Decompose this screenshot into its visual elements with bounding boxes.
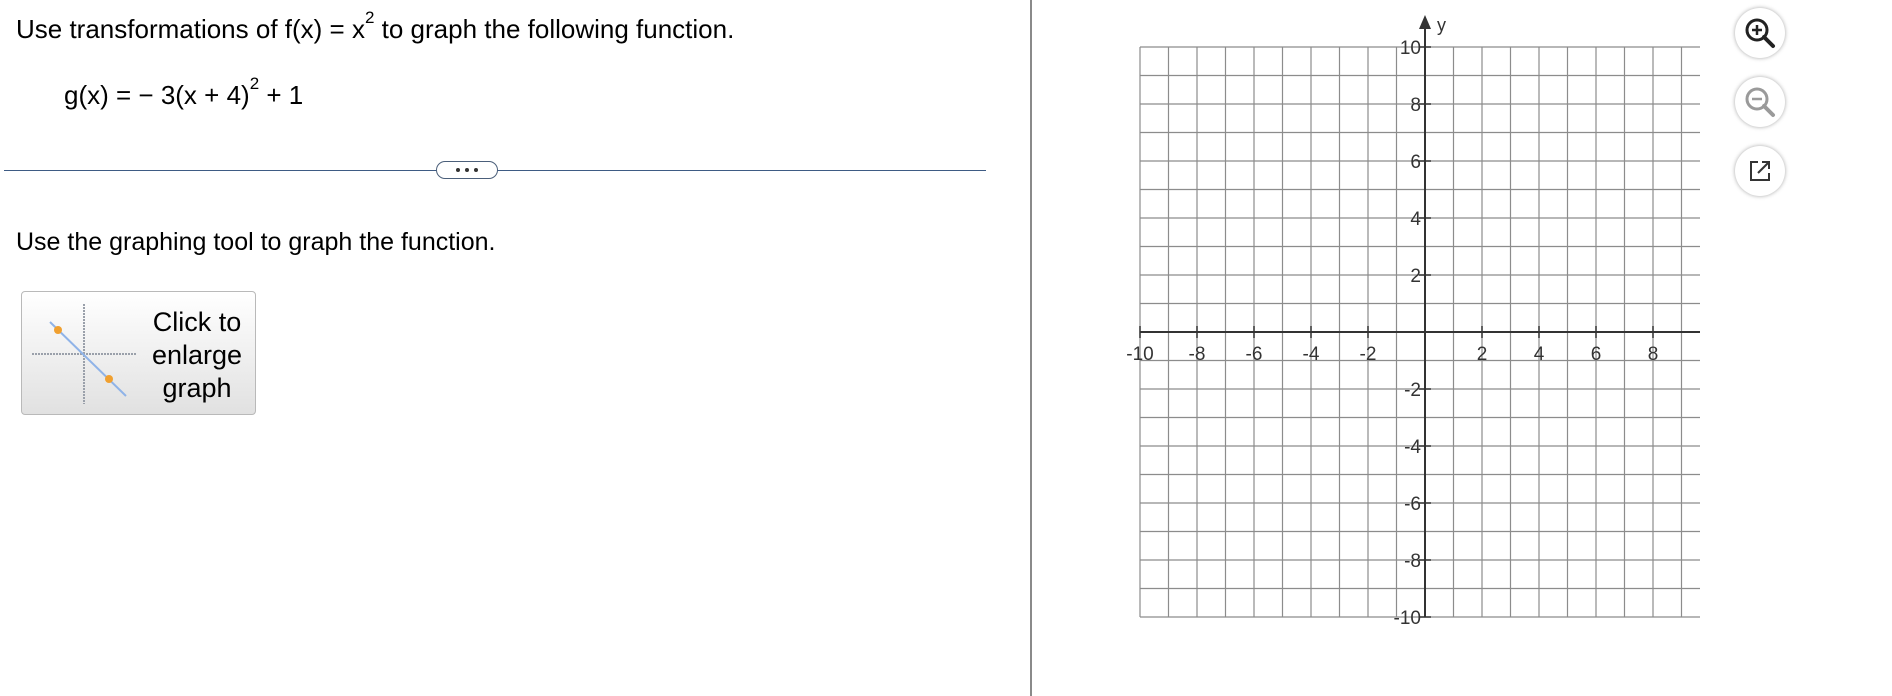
equation-rhs: + 1 <box>259 80 304 110</box>
dot <box>474 168 478 172</box>
zoom-out-button[interactable] <box>1735 77 1785 127</box>
zoom-in-icon <box>1745 18 1775 48</box>
y-tick-label: 2 <box>1410 266 1421 287</box>
popout-button[interactable] <box>1735 146 1785 196</box>
x-tick-label: -4 <box>1303 344 1320 365</box>
y-tick-label: -6 <box>1404 494 1421 515</box>
y-tick-label: -2 <box>1404 380 1421 401</box>
popout-icon <box>1750 161 1770 181</box>
x-tick-label: -8 <box>1189 344 1206 365</box>
question-prefix: Use transformations of f(x) = x <box>16 14 365 44</box>
question-text: Use transformations of f(x) = x2 to grap… <box>16 8 735 45</box>
y-tick-label: -8 <box>1404 551 1421 572</box>
y-tick-label: -10 <box>1394 608 1421 629</box>
equation-exponent: 2 <box>249 74 260 93</box>
y-axis-label: y <box>1437 15 1446 35</box>
instruction-text: Use the graphing tool to graph the funct… <box>16 228 496 256</box>
question-panel: Use transformations of f(x) = x2 to grap… <box>0 0 1030 696</box>
y-tick-label: 4 <box>1410 209 1421 230</box>
x-tick-label: 4 <box>1534 344 1545 365</box>
y-axis-arrow <box>1419 15 1431 29</box>
enlarge-graph-label: Click to enlarge graph <box>151 307 243 403</box>
zoom-out-icon <box>1745 87 1775 117</box>
x-tick-label: 6 <box>1591 344 1602 365</box>
question-exponent: 2 <box>364 8 375 27</box>
expand-dots-button[interactable] <box>436 161 498 179</box>
x-tick-label: 2 <box>1477 344 1488 365</box>
y-tick-label: 8 <box>1410 95 1421 116</box>
x-tick-label: -10 <box>1126 344 1153 365</box>
y-tick-label: -4 <box>1404 437 1421 458</box>
y-tick-label: 6 <box>1410 152 1421 173</box>
function-equation: g(x) = − 3(x + 4)2 + 1 <box>64 74 304 111</box>
x-tick-label: -6 <box>1246 344 1263 365</box>
zoom-in-button[interactable] <box>1735 8 1785 58</box>
y-tick-label: 10 <box>1400 38 1421 59</box>
x-tick-label: -2 <box>1360 344 1377 365</box>
graphing-area[interactable]: -10-8-6-4-2246810108642-2-4-6-8-10xy <box>1100 12 1700 652</box>
panel-divider <box>1030 0 1032 696</box>
x-tick-label: 8 <box>1648 344 1659 365</box>
enlarge-graph-button[interactable]: Click to enlarge graph <box>21 291 256 415</box>
equation-lhs: g(x) = − 3(x + 4) <box>64 80 250 110</box>
question-suffix: to graph the following function. <box>374 14 735 44</box>
graph-thumbnail-icon <box>32 304 137 404</box>
dot <box>465 168 469 172</box>
dot <box>456 168 460 172</box>
x-tick-label: 10 <box>1699 344 1700 365</box>
